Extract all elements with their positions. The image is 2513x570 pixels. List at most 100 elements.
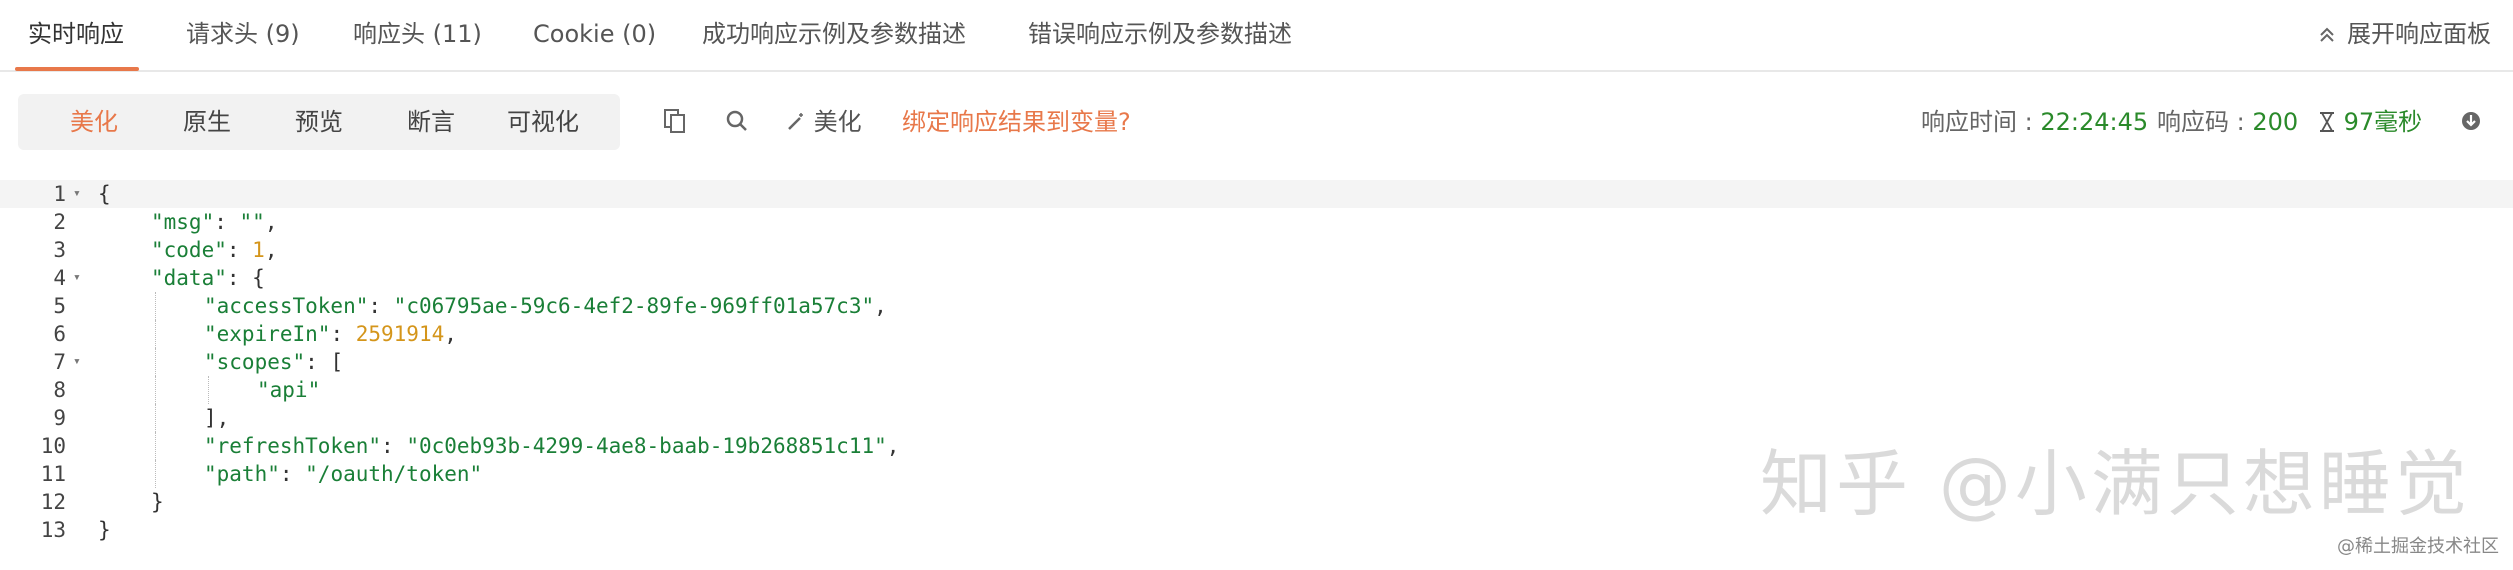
code-text: "data": { xyxy=(151,264,265,292)
response-code-value: 200 xyxy=(2252,108,2299,136)
tab-success-examples[interactable]: 成功响应示例及参数描述 xyxy=(702,0,966,72)
tab-request-headers[interactable]: 请求头 (9) xyxy=(186,0,300,72)
code-text: "code": 1, xyxy=(151,236,277,264)
line-number: 11 xyxy=(40,462,66,486)
line-number: 4 xyxy=(53,266,66,290)
code-token: "api" xyxy=(257,378,321,402)
expand-panel-label: 展开响应面板 xyxy=(2347,20,2491,48)
line-number: 12 xyxy=(40,490,66,514)
code-line: 2 "msg": "", xyxy=(0,208,2513,236)
code-token: , xyxy=(264,238,278,262)
code-text: { xyxy=(98,180,111,208)
indent-guide xyxy=(155,348,156,376)
line-number: 6 xyxy=(53,322,66,346)
mode-assert[interactable]: 断言 xyxy=(407,94,455,150)
code-token: 2591914 xyxy=(355,322,445,346)
mode-beautify[interactable]: 美化 xyxy=(70,94,118,150)
tab-error-examples[interactable]: 错误响应示例及参数描述 xyxy=(1028,0,1292,72)
code-token: "c06795ae-59c6-4ef2-89fe-969ff01a57c3" xyxy=(393,294,875,318)
code-text: "scopes": [ xyxy=(204,348,343,376)
beautify-label: 美化 xyxy=(813,108,862,136)
search-icon[interactable] xyxy=(722,106,752,136)
code-token: : xyxy=(279,462,306,486)
chevrons-up-icon xyxy=(2318,23,2343,48)
code-token: , xyxy=(874,294,887,318)
code-token: , xyxy=(886,434,900,458)
response-duration-value: 97毫秒 xyxy=(2343,108,2423,136)
line-number: 13 xyxy=(40,518,66,542)
mode-raw[interactable]: 原生 xyxy=(183,94,231,150)
indent-guide xyxy=(155,376,156,404)
indent-guide xyxy=(155,292,156,320)
line-number: 5 xyxy=(53,294,66,318)
hourglass-icon xyxy=(2318,108,2344,136)
code-token: } xyxy=(151,490,164,514)
line-number: 10 xyxy=(40,434,66,458)
code-line: 3 "code": 1, xyxy=(0,236,2513,264)
line-number: 2 xyxy=(53,210,66,234)
code-token: } xyxy=(98,518,111,542)
expand-panel-button[interactable]: 展开响应面板 xyxy=(2318,0,2491,72)
code-token: : [ xyxy=(305,350,344,374)
code-token: : xyxy=(330,322,356,346)
response-code-label: 响应码 : xyxy=(2157,108,2253,136)
code-text: "msg": "", xyxy=(151,208,277,236)
code-token: : xyxy=(368,294,394,318)
active-tab-underline xyxy=(15,67,139,71)
code-token: 1 xyxy=(252,238,265,262)
tab-cookie[interactable]: Cookie (0) xyxy=(533,0,656,72)
response-code: 响应码 : 200 xyxy=(2157,97,2298,147)
code-token: "scopes" xyxy=(204,350,306,374)
fold-arrow-icon[interactable]: ▾ xyxy=(73,264,81,292)
fold-arrow-icon[interactable]: ▾ xyxy=(73,348,81,376)
code-line: 7 ▾ "scopes": [ xyxy=(0,348,2513,376)
code-line: 6 "expireIn": 2591914, xyxy=(0,320,2513,348)
code-token: "msg" xyxy=(151,210,215,234)
beautify-button[interactable]: 美化 xyxy=(786,97,862,147)
code-text: } xyxy=(151,488,164,516)
tab-response-headers[interactable]: 响应头 (11) xyxy=(353,0,482,72)
indent-guide xyxy=(208,376,209,404)
code-token: "path" xyxy=(204,462,280,486)
mode-preview[interactable]: 预览 xyxy=(295,94,343,150)
code-token: "" xyxy=(239,210,265,234)
line-number: 9 xyxy=(53,406,66,430)
code-token: : xyxy=(214,210,240,234)
code-token: "accessToken" xyxy=(204,294,369,318)
code-token: "refreshToken" xyxy=(204,434,382,458)
code-token: "/oauth/token" xyxy=(305,462,483,486)
code-line: 4 ▾ "data": { xyxy=(0,264,2513,292)
magic-wand-icon xyxy=(786,108,814,136)
code-token: : xyxy=(381,434,407,458)
code-token: "code" xyxy=(151,238,227,262)
code-token: : xyxy=(226,238,253,262)
response-tab-bar: 实时响应 请求头 (9) 响应头 (11) Cookie (0) 成功响应示例及… xyxy=(0,0,2513,72)
code-token: "expireIn" xyxy=(204,322,331,346)
fold-arrow-icon[interactable]: ▾ xyxy=(73,180,81,208)
code-token: "data" xyxy=(151,266,227,290)
download-icon[interactable] xyxy=(2456,106,2486,136)
code-text: "refreshToken": "0c0eb93b-4299-4ae8-baab… xyxy=(204,432,899,460)
code-line: 8 "api" xyxy=(0,376,2513,404)
code-text: "api" xyxy=(257,376,320,404)
code-line: 5 "accessToken": "c06795ae-59c6-4ef2-89fe… xyxy=(0,292,2513,320)
bind-response-variable-link[interactable]: 绑定响应结果到变量? xyxy=(902,97,1131,147)
code-text: "expireIn": 2591914, xyxy=(204,320,457,348)
code-line: 1 ▾ { xyxy=(0,180,2513,208)
indent-guide xyxy=(155,460,156,488)
code-token: { xyxy=(98,182,111,206)
line-number: 8 xyxy=(53,378,66,402)
juejin-watermark: @稀土掘金技术社区 xyxy=(2337,536,2499,557)
response-duration: 97毫秒 xyxy=(2318,97,2422,147)
indent-guide xyxy=(155,432,156,460)
view-mode-toolbar: 美化 原生 预览 断言 可视化 xyxy=(18,94,620,150)
mode-visualize[interactable]: 可视化 xyxy=(507,94,579,150)
tab-realtime-response[interactable]: 实时响应 xyxy=(28,0,124,72)
line-number: 3 xyxy=(53,238,66,262)
code-token: "0c0eb93b-4299-4ae8-baab-19b268851c11" xyxy=(406,434,887,458)
indent-guide xyxy=(155,404,156,432)
response-time-label: 响应时间 : xyxy=(1921,108,2041,136)
code-text: "accessToken": "c06795ae-59c6-4ef2-89fe-… xyxy=(204,292,887,320)
copy-icon[interactable] xyxy=(660,106,690,136)
response-time: 响应时间 : 22:24:45 xyxy=(1921,97,2148,147)
